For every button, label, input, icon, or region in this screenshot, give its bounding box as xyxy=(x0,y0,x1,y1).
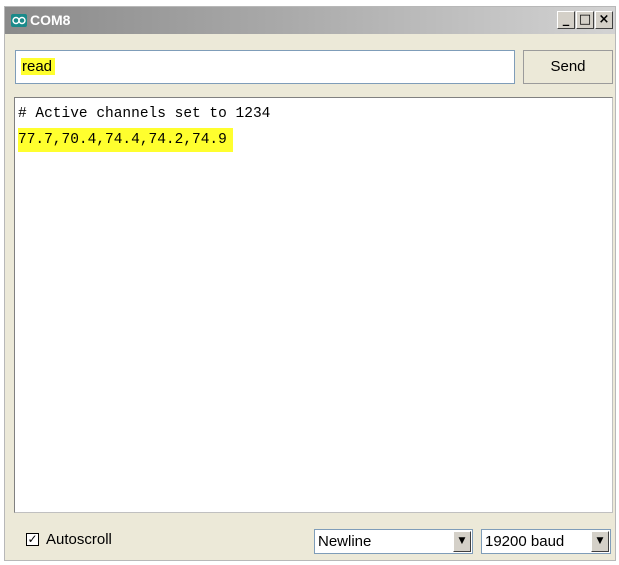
serial-output-area[interactable]: # Active channels set to 1234 77.7,70.4,… xyxy=(14,97,613,513)
chevron-down-icon[interactable]: ▼ xyxy=(453,531,471,552)
send-row: read Send xyxy=(15,50,613,84)
send-input-value: read xyxy=(21,58,56,75)
autoscroll-label[interactable]: Autoscroll xyxy=(46,531,112,548)
send-input[interactable]: read xyxy=(15,50,515,84)
close-icon[interactable]: × xyxy=(595,11,613,29)
window-controls: _ □ × xyxy=(556,11,613,29)
send-button[interactable]: Send xyxy=(523,50,613,84)
line-ending-value: Newline xyxy=(318,533,372,550)
arduino-logo-icon xyxy=(11,14,27,27)
output-line: # Active channels set to 1234 xyxy=(18,101,612,127)
baud-rate-value: 19200 baud xyxy=(485,533,565,550)
baud-rate-select[interactable]: 19200 baud ▼ xyxy=(481,529,611,554)
maximize-icon[interactable]: □ xyxy=(576,11,594,29)
line-ending-select[interactable]: Newline ▼ xyxy=(314,529,473,554)
output-line-highlighted: 77.7,70.4,74.4,74.2,74.9 xyxy=(18,128,233,152)
serial-monitor-window: COM8 _ □ × read Send # Active channels s… xyxy=(4,6,616,561)
title-bar[interactable]: COM8 _ □ × xyxy=(5,7,615,34)
output-line: 77.7,70.4,74.4,74.2,74.9 xyxy=(18,127,612,153)
minimize-icon[interactable]: _ xyxy=(557,11,575,29)
autoscroll-checkbox[interactable]: ✓ xyxy=(26,533,39,546)
window-title: COM8 xyxy=(30,12,71,28)
footer-bar: ✓ Autoscroll Newline ▼ 19200 baud ▼ xyxy=(5,522,617,558)
output-line-text: # Active channels set to 1234 xyxy=(18,106,271,122)
chevron-down-icon[interactable]: ▼ xyxy=(591,531,609,552)
